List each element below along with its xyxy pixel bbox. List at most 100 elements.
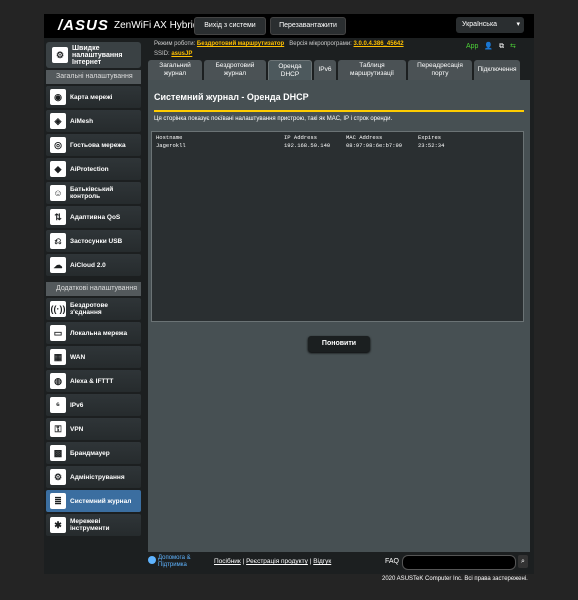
faq-search-input[interactable] <box>402 555 516 570</box>
sidebar-item-vpn[interactable]: ⚿ VPN <box>46 418 141 440</box>
aiprotection-icon: ◆ <box>50 161 66 177</box>
language-select[interactable]: Українська ▾ <box>456 17 524 33</box>
sidebar-item-label: Локальна мережа <box>70 329 128 337</box>
sidebar-item-label: IPv6 <box>70 401 84 409</box>
sidebar-item-label: WAN <box>70 353 86 361</box>
title-divider <box>154 110 524 112</box>
tab-general-log[interactable]: Загальний журнал <box>148 60 202 80</box>
sidebar-item-network-map[interactable]: ◉ Карта мережі <box>46 86 141 108</box>
quick-setup-item[interactable]: ⚙ Швидке налаштування Інтернет <box>46 42 141 68</box>
sidebar-item-system-log[interactable]: ≣ Системний журнал <box>46 490 141 512</box>
sidebar-item-label: Гостьова мережа <box>70 141 126 149</box>
tab-label: Загальний журнал <box>159 62 191 77</box>
col-hostname: Hostname <box>156 134 183 141</box>
tab-dhcp-lease[interactable]: Оренда DHCP <box>268 60 312 81</box>
copy-icon[interactable]: ⧉ <box>499 43 504 51</box>
system-log-icon: ≣ <box>50 493 66 509</box>
content-panel: Системний журнал - Оренда DHCP Ця сторін… <box>148 80 530 552</box>
sidebar-item-network-tools[interactable]: ✱ Мережеві інструменти <box>46 514 141 536</box>
help-line1: Допомога & <box>158 555 191 561</box>
cell-expires: 23:52:34 <box>418 142 445 149</box>
lan-icon: ▭ <box>50 325 66 341</box>
guest-network-icon: ◎ <box>50 137 66 153</box>
user-icon[interactable]: 👤 <box>484 42 493 50</box>
sidebar-item-label: AiMesh <box>70 117 94 125</box>
reboot-button[interactable]: Перезавантажити <box>270 17 346 35</box>
tab-label: Переадресація порту <box>417 62 463 77</box>
tab-label: IPv6 <box>318 66 332 73</box>
sidebar-item-guest-network[interactable]: ◎ Гостьова мережа <box>46 134 141 156</box>
ssid-label: SSID: <box>154 51 170 57</box>
sidebar-item-firewall[interactable]: ▩ Брандмауер <box>46 442 141 464</box>
administration-icon: ⚙ <box>50 469 66 485</box>
wireless-icon: ((·)) <box>50 301 66 317</box>
general-header: Загальні налаштування <box>46 70 141 84</box>
feedback-link[interactable]: Відгук <box>313 558 331 565</box>
sidebar-item-qos[interactable]: ⇅ Адаптивна QoS <box>46 206 141 228</box>
usb-icon: ⎌ <box>50 233 66 249</box>
status-icons: App 👤 ⧉ ⇆ <box>466 42 520 51</box>
tab-label: Оренда DHCP <box>278 63 302 78</box>
network-tools-icon: ✱ <box>50 517 66 533</box>
sidebar-item-aiprotection[interactable]: ◆ AiProtection <box>46 158 141 180</box>
sidebar-item-label: Застосунки USB <box>70 237 123 245</box>
help-support-link[interactable]: Допомога & Підтримка <box>158 555 191 569</box>
sidebar-item-administration[interactable]: ⚙ Адміністрування <box>46 466 141 488</box>
status-info: Режим роботи: Бездротовий маршрутизатор … <box>154 39 404 59</box>
tab-connections[interactable]: Підключення <box>474 60 520 80</box>
tab-routing-table[interactable]: Таблиця маршрутизації <box>338 60 406 80</box>
sidebar: ⚙ Швидке налаштування Інтернет Загальні … <box>46 42 141 536</box>
manual-link[interactable]: Посібник <box>214 558 241 565</box>
table-row: Jagerokll 192.168.50.140 08:97:98:6e:b7:… <box>156 142 519 150</box>
registration-link[interactable]: Реєстрація продукту <box>246 558 308 565</box>
tabs-bar: Загальний журнал Бездротовий журнал Орен… <box>148 60 530 81</box>
sidebar-item-label: Батьківський контроль <box>70 186 114 200</box>
asus-logo: /ASUS <box>58 17 109 34</box>
sidebar-item-aicloud[interactable]: ☁ AiCloud 2.0 <box>46 254 141 276</box>
refresh-button[interactable]: Поновити <box>308 336 370 352</box>
sidebar-item-ipv6[interactable]: ⁶ IPv6 <box>46 394 141 416</box>
usb-status-icon[interactable]: ⇆ <box>510 42 516 50</box>
tab-label: Підключення <box>477 66 517 73</box>
sidebar-item-wan[interactable]: ▦ WAN <box>46 346 141 368</box>
network-map-icon: ◉ <box>50 89 66 105</box>
ssid-value: asusJP <box>171 51 193 57</box>
sidebar-item-label: VPN <box>70 425 84 433</box>
advanced-header: Додаткові налаштування <box>46 282 141 296</box>
cell-hostname: Jagerokll <box>156 142 186 149</box>
cell-ip: 192.168.50.140 <box>284 142 331 149</box>
parental-control-icon: ☺ <box>50 185 66 201</box>
app-link[interactable]: App <box>466 43 478 50</box>
mode-value[interactable]: Бездротовий маршрутизатор <box>197 41 284 47</box>
sidebar-item-lan[interactable]: ▭ Локальна мережа <box>46 322 141 344</box>
sidebar-item-wireless[interactable]: ((·)) Бездротове з'єднання <box>46 298 141 320</box>
firmware-value[interactable]: 3.0.0.4.386_45642 <box>354 41 404 47</box>
chevron-down-icon: ▾ <box>516 21 520 28</box>
faq-label: FAQ <box>385 558 400 565</box>
logout-button[interactable]: Вихід з системи <box>194 17 266 35</box>
col-mac: MAC Address <box>346 134 383 141</box>
quick-setup-label: Швидке налаштування Інтернет <box>72 44 123 66</box>
sidebar-item-label: Мережеві інструменти <box>70 518 110 532</box>
mode-label: Режим роботи: <box>154 41 196 47</box>
dhcp-lease-log[interactable]: Hostname IP Address MAC Address Expires … <box>151 131 524 322</box>
sidebar-item-parental-control[interactable]: ☺ Батьківський контроль <box>46 182 141 204</box>
sidebar-item-usb[interactable]: ⎌ Застосунки USB <box>46 230 141 252</box>
page-description: Ця сторінка показує поєївані налаштуванн… <box>154 116 393 122</box>
ipv6-icon: ⁶ <box>50 397 66 413</box>
aicloud-icon: ☁ <box>50 257 66 273</box>
sidebar-item-alexa[interactable]: ◍ Alexa & IFTTT <box>46 370 141 392</box>
sidebar-item-label: Адаптивна QoS <box>70 213 121 221</box>
tab-port-forwarding[interactable]: Переадресація порту <box>408 60 472 80</box>
help-line2: Підтримка <box>158 562 187 568</box>
sidebar-item-label: Брандмауер <box>70 449 110 457</box>
alexa-icon: ◍ <box>50 373 66 389</box>
sidebar-item-aimesh[interactable]: ◈ AiMesh <box>46 110 141 132</box>
col-expires: Expires <box>418 134 442 141</box>
qos-icon: ⇅ <box>50 209 66 225</box>
tab-ipv6[interactable]: IPv6 <box>314 60 336 80</box>
tab-wireless-log[interactable]: Бездротовий журнал <box>204 60 266 80</box>
tab-label: Бездротовий журнал <box>215 62 255 77</box>
search-icon[interactable]: ⌕ <box>518 555 528 568</box>
page-title: Системний журнал - Оренда DHCP <box>154 92 309 102</box>
